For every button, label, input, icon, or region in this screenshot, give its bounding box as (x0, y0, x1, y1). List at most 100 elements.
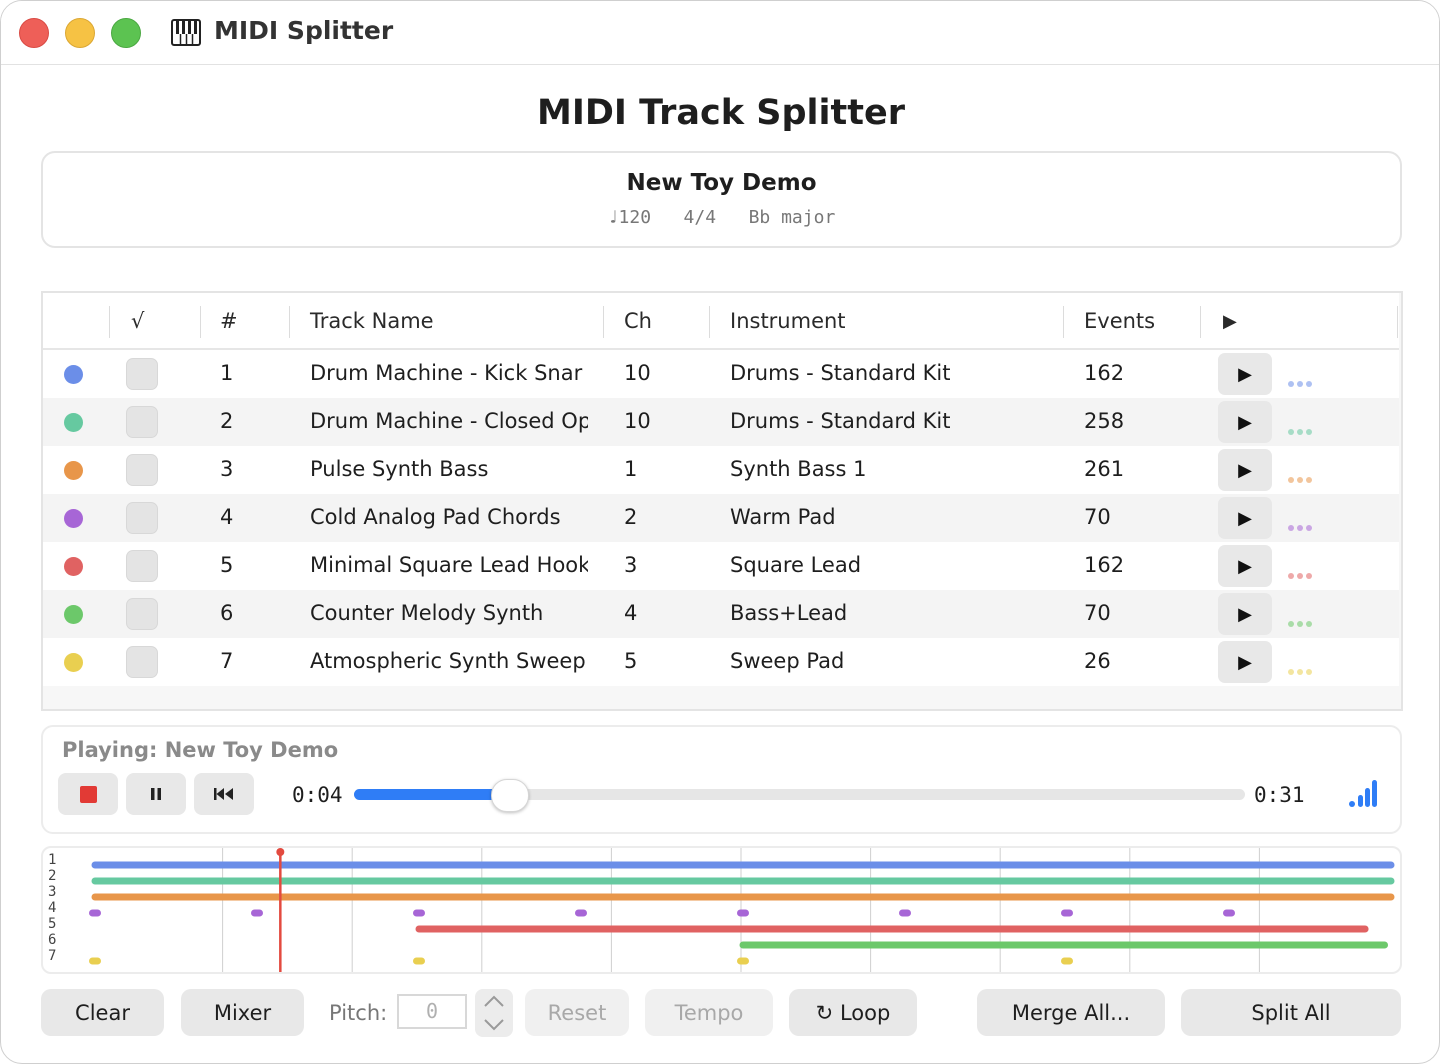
track-channel: 10 (624, 361, 651, 385)
track-checkbox[interactable] (126, 454, 158, 486)
pitch-stepper[interactable] (475, 989, 513, 1037)
track-instrument: Sweep Pad (730, 649, 845, 673)
table-row[interactable]: 6 Counter Melody Synth 4 Bass+Lead 70 ▶ (43, 590, 1399, 638)
track-checkbox[interactable] (126, 646, 158, 678)
track-play-button[interactable]: ▶ (1218, 545, 1272, 587)
track-channel: 2 (624, 505, 638, 529)
track-events: 162 (1084, 553, 1125, 577)
pause-button[interactable] (126, 773, 186, 815)
track-channel: 10 (624, 409, 651, 433)
track-instrument: Bass+Lead (730, 601, 848, 625)
track-number: 7 (220, 649, 234, 673)
track-number: 4 (220, 505, 234, 529)
reset-button[interactable]: Reset (525, 989, 629, 1036)
track-play-button[interactable]: ▶ (1218, 497, 1272, 539)
track-channel: 5 (624, 649, 638, 673)
track-checkbox[interactable] (126, 502, 158, 534)
header-check[interactable]: √ (131, 309, 144, 333)
clear-button[interactable]: Clear (41, 989, 164, 1036)
header-track-name[interactable]: Track Name (310, 309, 434, 333)
track-channel: 1 (624, 457, 638, 481)
column-separator (109, 306, 110, 338)
track-color-dot (64, 365, 83, 384)
stop-button[interactable] (58, 773, 118, 815)
merge-all-button[interactable]: Merge All... (977, 989, 1165, 1036)
column-separator (1200, 306, 1201, 338)
header-events[interactable]: Events (1084, 309, 1155, 333)
lane-label: 7 (48, 948, 56, 964)
track-instrument: Drums - Standard Kit (730, 409, 951, 433)
lane-4-note (251, 909, 263, 917)
table-row[interactable]: 1 Drum Machine - Kick Snar 10 Drums - Stand… (43, 350, 1399, 398)
mixer-button[interactable]: Mixer (181, 989, 304, 1036)
track-events: 26 (1084, 649, 1111, 673)
track-activity-icon (1288, 381, 1316, 387)
rewind-button[interactable] (194, 773, 254, 815)
track-channel: 3 (624, 553, 638, 577)
lane-label: 3 (48, 884, 56, 900)
header-play-all[interactable]: ▶ (1223, 311, 1237, 332)
track-color-dot (64, 413, 83, 432)
song-name: New Toy Demo (626, 170, 817, 196)
track-checkbox[interactable] (126, 406, 158, 438)
title-bar: MIDI Splitter (1, 1, 1439, 65)
song-meta: ♩120 4/4 Bb major (607, 207, 836, 228)
now-playing-label: Playing: New Toy Demo (62, 738, 339, 762)
progress-fill (354, 789, 507, 800)
column-separator (709, 306, 710, 338)
track-play-button[interactable]: ▶ (1218, 593, 1272, 635)
header-number[interactable]: # (220, 309, 238, 333)
lane-7-note (89, 957, 101, 965)
player-panel: Playing: New Toy Demo 0:04 0:31 (41, 725, 1402, 834)
zoom-window-button[interactable] (111, 18, 141, 48)
chevron-up-icon[interactable] (483, 994, 505, 1008)
chevron-down-icon[interactable] (483, 1018, 505, 1032)
elapsed-time: 0:04 (292, 783, 343, 807)
header-instrument[interactable]: Instrument (730, 309, 846, 333)
pitch-input[interactable]: 0 (397, 994, 467, 1029)
track-name: Atmospheric Synth Sweep (310, 649, 586, 673)
track-activity-icon (1288, 429, 1316, 435)
tempo-button[interactable]: Tempo (645, 989, 773, 1036)
track-instrument: Drums - Standard Kit (730, 361, 951, 385)
track-color-dot (64, 509, 83, 528)
track-checkbox[interactable] (126, 598, 158, 630)
track-timeline[interactable]: 1234567 (41, 846, 1402, 974)
track-play-button[interactable]: ▶ (1218, 449, 1272, 491)
lane-4-note (899, 909, 911, 917)
track-number: 1 (220, 361, 234, 385)
track-number: 5 (220, 553, 234, 577)
track-number: 6 (220, 601, 234, 625)
track-checkbox[interactable] (126, 550, 158, 582)
table-row[interactable]: 4 Cold Analog Pad Chords 2 Warm Pad 70 ▶ (43, 494, 1399, 542)
tracks-table: √ # Track Name Ch Instrument Events ▶ 1 D… (41, 291, 1403, 711)
minimize-window-button[interactable] (65, 18, 95, 48)
lane-label: 1 (48, 852, 56, 868)
column-separator (603, 306, 604, 338)
track-play-button[interactable]: ▶ (1218, 401, 1272, 443)
pause-icon (151, 788, 161, 800)
timeline-canvas: 1234567 (48, 848, 1395, 972)
piano-icon (171, 19, 201, 46)
table-row[interactable]: 7 Atmospheric Synth Sweep 5 Sweep Pad 26 ▶ (43, 638, 1399, 686)
track-events: 70 (1084, 601, 1111, 625)
track-name: Cold Analog Pad Chords (310, 505, 561, 529)
table-row[interactable]: 5 Minimal Square Lead Hook 3 Square Lead 162… (43, 542, 1399, 590)
track-play-button[interactable]: ▶ (1218, 353, 1272, 395)
track-events: 162 (1084, 361, 1125, 385)
progress-thumb[interactable] (490, 779, 529, 812)
split-all-button[interactable]: Split All (1181, 989, 1401, 1036)
track-play-button[interactable]: ▶ (1218, 641, 1272, 683)
loop-button[interactable]: ↻ Loop (789, 989, 917, 1036)
volume-level-icon[interactable] (1349, 779, 1377, 807)
progress-slider[interactable] (354, 779, 1245, 812)
table-row[interactable]: 2 Drum Machine - Closed Op 10 Drums - Stand… (43, 398, 1399, 446)
track-activity-icon (1288, 525, 1316, 531)
close-window-button[interactable] (19, 18, 49, 48)
stop-icon (79, 785, 97, 803)
lane-4-note (413, 909, 425, 917)
track-checkbox[interactable] (126, 358, 158, 390)
skip-back-icon (214, 788, 233, 800)
header-channel[interactable]: Ch (624, 309, 652, 333)
table-row[interactable]: 3 Pulse Synth Bass 1 Synth Bass 1 261 ▶ (43, 446, 1399, 494)
